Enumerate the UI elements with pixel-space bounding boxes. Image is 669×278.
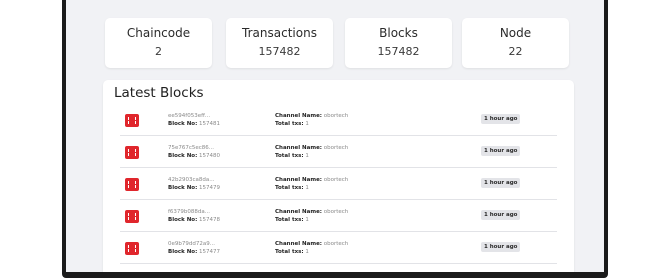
- stat-title: Blocks: [379, 26, 418, 40]
- time-badge: 1 hour ago: [481, 146, 521, 156]
- txs-label: Total txs:: [275, 153, 304, 159]
- channel-name: Channel Name: obortech: [275, 113, 348, 119]
- total-txs: Total txs: 1: [275, 185, 309, 191]
- total-txs: Total txs: 1: [275, 249, 309, 255]
- block-row[interactable]: f6379b088da... Block No: 157478 Channel …: [120, 201, 557, 232]
- cube-icon: [125, 114, 139, 127]
- channel-name: Channel Name: obortech: [275, 177, 348, 183]
- cube-icon: [125, 178, 139, 191]
- block-number: Block No: 157480: [168, 153, 220, 159]
- stat-title: Node: [499, 26, 532, 40]
- stat-value: 2: [155, 45, 162, 58]
- stat-value: 22: [508, 45, 523, 58]
- txs-value: 1: [305, 121, 309, 127]
- block-no-label: Block No:: [168, 249, 198, 255]
- channel-value: obortech: [323, 177, 349, 183]
- txs-label: Total txs:: [275, 249, 304, 255]
- channel-name: Channel Name: obortech: [275, 145, 348, 151]
- block-no-label: Block No:: [168, 217, 198, 223]
- block-number: Block No: 157478: [168, 217, 220, 223]
- txs-value: 1: [305, 153, 309, 159]
- stat-card-chaincode[interactable]: Chaincode 2: [105, 18, 212, 68]
- dashboard-screen: Chaincode 2 Transactions 157482 Blocks 1…: [66, 0, 604, 272]
- block-number: Block No: 157479: [168, 185, 220, 191]
- channel-label: Channel Name:: [275, 113, 322, 119]
- block-hash[interactable]: ee594f053eff...: [168, 113, 210, 119]
- cube-icon: [125, 146, 139, 159]
- txs-label: Total txs:: [275, 121, 304, 127]
- stat-card-node[interactable]: Node 22: [462, 18, 569, 68]
- cube-icon: [125, 242, 139, 255]
- txs-value: 1: [305, 217, 309, 223]
- txs-label: Total txs:: [275, 217, 304, 223]
- block-number: Block No: 157477: [168, 249, 220, 255]
- total-txs: Total txs: 1: [275, 153, 309, 159]
- block-no-value: 157480: [199, 153, 221, 159]
- block-row[interactable]: 42b2903ca8da... Block No: 157479 Channel…: [120, 169, 557, 200]
- channel-label: Channel Name:: [275, 177, 322, 183]
- block-hash[interactable]: 42b2903ca8da...: [168, 177, 215, 183]
- txs-label: Total txs:: [275, 185, 304, 191]
- block-no-value: 157478: [199, 217, 221, 223]
- txs-value: 1: [305, 185, 309, 191]
- channel-value: obortech: [323, 113, 349, 119]
- stat-title: Transactions: [242, 26, 317, 40]
- block-no-label: Block No:: [168, 185, 198, 191]
- block-row[interactable]: ee594f053eff... Block No: 157481 Channel…: [120, 105, 557, 136]
- stat-value: 157482: [377, 45, 420, 58]
- panel-title: Latest Blocks: [114, 85, 204, 101]
- total-txs: Total txs: 1: [275, 121, 309, 127]
- stat-card-blocks[interactable]: Blocks 157482: [345, 18, 452, 68]
- time-badge: 1 hour ago: [481, 242, 521, 252]
- channel-label: Channel Name:: [275, 145, 322, 151]
- block-row[interactable]: 75e767c5ec86... Block No: 157480 Channel…: [120, 137, 557, 168]
- block-no-value: 157477: [199, 249, 221, 255]
- stat-value: 157482: [258, 45, 301, 58]
- time-badge: 1 hour ago: [481, 114, 521, 124]
- block-no-label: Block No:: [168, 153, 198, 159]
- latest-blocks-panel: Latest Blocks ee594f053eff... Block No: …: [103, 80, 574, 272]
- block-hash[interactable]: f6379b088da...: [168, 209, 210, 215]
- cube-icon: [125, 210, 139, 223]
- stat-title: Chaincode: [126, 26, 191, 40]
- time-badge: 1 hour ago: [481, 178, 521, 188]
- block-row[interactable]: 0e9b79dd72a9... Block No: 157477 Channel…: [120, 233, 557, 264]
- stat-card-transactions[interactable]: Transactions 157482: [226, 18, 333, 68]
- block-hash[interactable]: 0e9b79dd72a9...: [168, 241, 215, 247]
- channel-label: Channel Name:: [275, 241, 322, 247]
- channel-name: Channel Name: obortech: [275, 209, 348, 215]
- block-hash[interactable]: 75e767c5ec86...: [168, 145, 214, 151]
- channel-name: Channel Name: obortech: [275, 241, 348, 247]
- block-number: Block No: 157481: [168, 121, 220, 127]
- block-no-value: 157481: [199, 121, 221, 127]
- stats-row: Chaincode 2 Transactions 157482 Blocks 1…: [105, 18, 604, 68]
- txs-value: 1: [305, 249, 309, 255]
- total-txs: Total txs: 1: [275, 217, 309, 223]
- channel-value: obortech: [323, 145, 349, 151]
- time-badge: 1 hour ago: [481, 210, 521, 220]
- channel-value: obortech: [323, 241, 349, 247]
- block-no-label: Block No:: [168, 121, 198, 127]
- block-no-value: 157479: [199, 185, 221, 191]
- channel-value: obortech: [323, 209, 349, 215]
- channel-label: Channel Name:: [275, 209, 322, 215]
